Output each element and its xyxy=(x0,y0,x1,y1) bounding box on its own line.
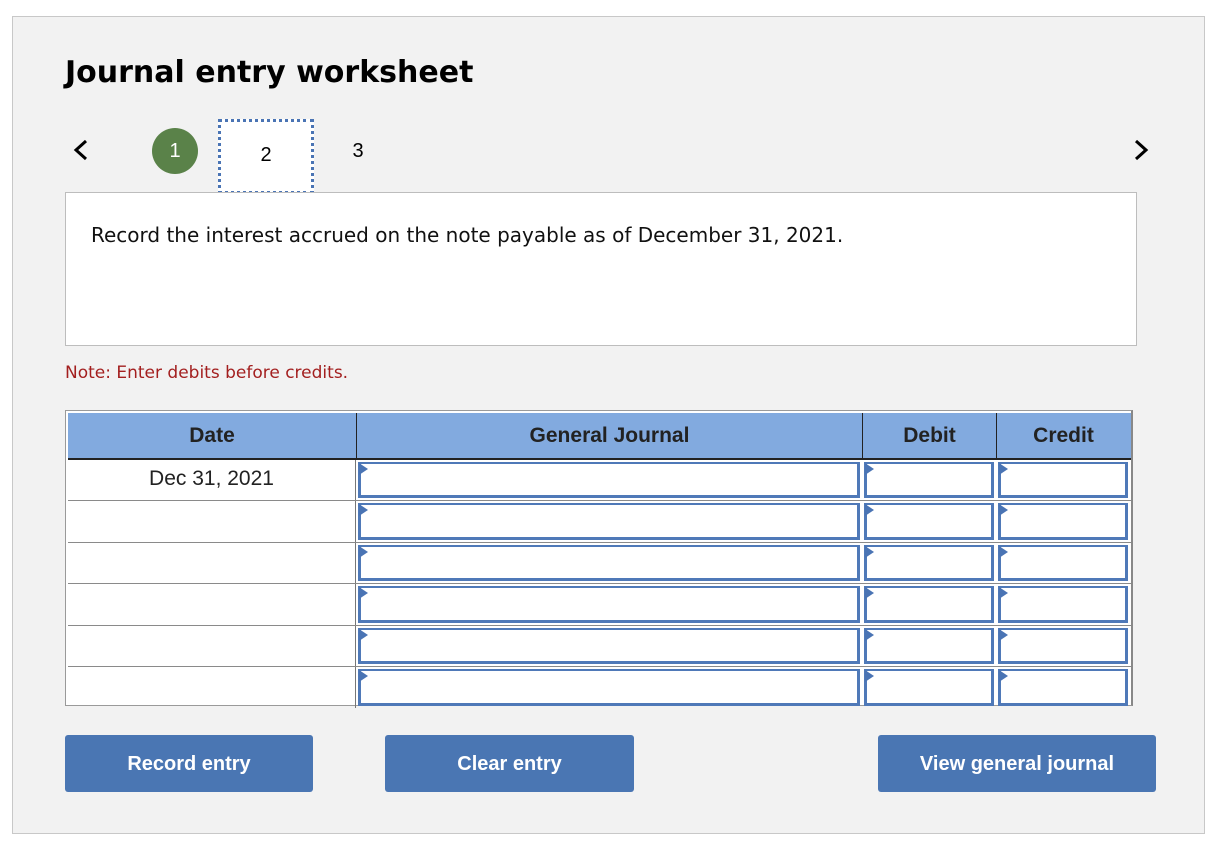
header-debit: Debit xyxy=(862,413,996,458)
table-header: Date General Journal Debit Credit xyxy=(68,413,1131,460)
prompt-box: Record the interest accrued on the note … xyxy=(65,192,1137,346)
credit-input[interactable] xyxy=(998,503,1128,540)
debit-input[interactable] xyxy=(864,586,994,623)
debit-input[interactable] xyxy=(864,668,994,707)
account-input[interactable] xyxy=(358,627,860,664)
date-cell: Dec 31, 2021 xyxy=(68,460,356,501)
debit-input-cell xyxy=(862,667,996,708)
debit-input[interactable] xyxy=(864,627,994,664)
table-row xyxy=(68,501,1131,543)
instruction-note: Note: Enter debits before credits. xyxy=(65,363,349,383)
previous-step-button[interactable] xyxy=(67,135,97,165)
chevron-left-icon xyxy=(73,139,88,161)
step-2-tab[interactable]: 2 xyxy=(218,119,314,194)
credit-input-cell xyxy=(996,501,1130,541)
table-row xyxy=(68,584,1131,626)
credit-input[interactable] xyxy=(998,627,1128,664)
debit-input-cell xyxy=(862,460,996,500)
debit-input-cell xyxy=(862,543,996,583)
credit-input[interactable] xyxy=(998,586,1128,623)
table-row xyxy=(68,666,1131,709)
credit-input-cell xyxy=(996,460,1130,500)
account-input-cell xyxy=(356,460,862,500)
date-cell xyxy=(68,584,356,625)
chevron-right-icon xyxy=(1134,139,1149,161)
account-input[interactable] xyxy=(358,544,860,582)
header-date: Date xyxy=(189,424,235,447)
account-input-cell xyxy=(356,584,862,624)
account-input-cell xyxy=(356,543,862,583)
journal-table: Date General Journal Debit Credit Dec 31… xyxy=(65,410,1133,709)
debit-input[interactable] xyxy=(864,462,994,499)
clear-entry-button[interactable]: Clear entry xyxy=(385,735,634,792)
credit-input-cell xyxy=(996,584,1130,624)
header-general-journal: General Journal xyxy=(356,413,862,458)
table-body: Dec 31, 2021 xyxy=(68,460,1131,709)
prompt-text: Record the interest accrued on the note … xyxy=(91,223,844,247)
account-input-cell xyxy=(356,626,862,666)
account-input[interactable] xyxy=(358,586,860,623)
record-entry-button[interactable]: Record entry xyxy=(65,735,313,792)
debit-input-cell xyxy=(862,501,996,541)
worksheet-panel: Journal entry worksheet 1 2 3 Record the… xyxy=(12,16,1205,834)
table-row: Dec 31, 2021 xyxy=(68,460,1131,502)
date-cell xyxy=(68,501,356,542)
account-input-cell xyxy=(356,667,862,708)
account-input-cell xyxy=(356,501,862,541)
debit-input-cell xyxy=(862,584,996,624)
credit-input-cell xyxy=(996,667,1130,708)
date-cell xyxy=(68,666,356,709)
header-credit: Credit xyxy=(996,413,1130,458)
credit-input[interactable] xyxy=(998,668,1128,707)
credit-input-cell xyxy=(996,626,1130,666)
step-3-tab[interactable]: 3 xyxy=(333,128,383,174)
next-step-button[interactable] xyxy=(1125,135,1155,165)
step-1-tab[interactable]: 1 xyxy=(152,128,198,174)
table-row xyxy=(68,625,1131,667)
table-row xyxy=(68,542,1131,585)
debit-input[interactable] xyxy=(864,544,994,582)
view-general-journal-button[interactable]: View general journal xyxy=(878,735,1156,792)
account-input[interactable] xyxy=(358,503,860,540)
account-input[interactable] xyxy=(358,668,860,707)
credit-input[interactable] xyxy=(998,462,1128,499)
credit-input[interactable] xyxy=(998,544,1128,582)
page-title: Journal entry worksheet xyxy=(65,55,474,90)
debit-input[interactable] xyxy=(864,503,994,540)
debit-input-cell xyxy=(862,626,996,666)
date-cell xyxy=(68,625,356,666)
date-cell xyxy=(68,542,356,584)
account-input[interactable] xyxy=(358,462,860,499)
credit-input-cell xyxy=(996,543,1130,583)
